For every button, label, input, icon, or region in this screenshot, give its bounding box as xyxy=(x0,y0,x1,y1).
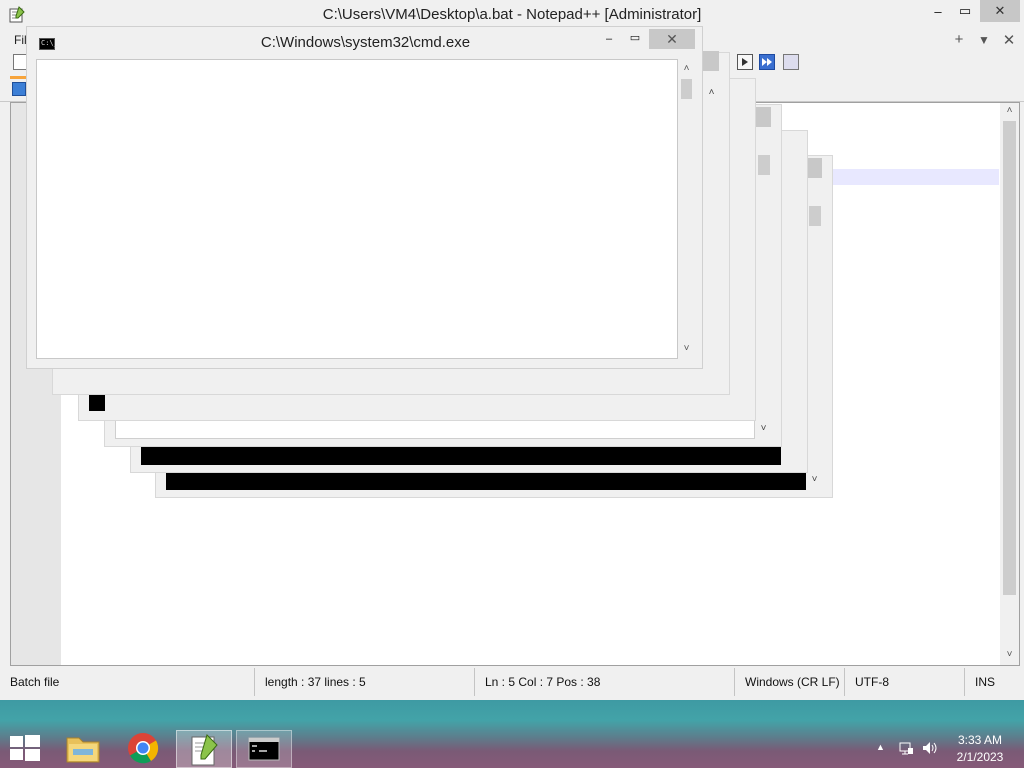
cmd-minimize-button[interactable]: – xyxy=(599,33,619,51)
cmd-scrollbar[interactable] xyxy=(781,163,798,465)
tab-save-icon[interactable] xyxy=(12,82,26,96)
system-clock[interactable]: 3:33 AM 2/1/2023 xyxy=(940,732,1020,766)
tab-list-button[interactable]: ▼ xyxy=(975,33,993,47)
cmd-console-area[interactable] xyxy=(89,395,105,411)
cmd-scrollbar[interactable]: ˄ xyxy=(703,85,720,387)
start-button[interactable] xyxy=(10,735,40,761)
cmd-console-area[interactable] xyxy=(36,59,678,359)
cmd-scroll-thumb[interactable] xyxy=(758,155,770,175)
status-length-lines: length : 37 lines : 5 xyxy=(255,668,475,696)
network-icon[interactable] xyxy=(898,740,914,756)
notepadpp-icon xyxy=(191,734,218,766)
windows-logo-pane xyxy=(25,749,40,761)
cmd-scrollbar[interactable]: ˄ ˅ xyxy=(678,59,695,359)
volume-icon[interactable] xyxy=(921,740,939,756)
close-button[interactable]: ✕ xyxy=(980,0,1020,22)
close-tab-button[interactable]: ✕ xyxy=(1000,31,1018,49)
taskbar-file-explorer[interactable] xyxy=(55,730,111,768)
status-line-endings: Windows (CR LF) xyxy=(735,668,845,696)
cmd-close-button[interactable]: ✕ xyxy=(649,29,695,49)
clock-time: 3:33 AM xyxy=(957,733,1003,747)
cmd-scrollbar[interactable]: ˅ xyxy=(755,137,772,439)
scroll-down-arrow-icon[interactable]: ˅ xyxy=(806,474,823,485)
new-tab-button[interactable]: + xyxy=(950,31,968,48)
chrome-icon xyxy=(128,733,159,764)
windows-logo-pane xyxy=(10,749,23,760)
scroll-up-arrow-icon[interactable]: ˄ xyxy=(703,87,720,98)
clock-date: 2/1/2023 xyxy=(956,750,1004,764)
save-macro-icon[interactable] xyxy=(783,54,799,70)
taskbar-notepadpp[interactable] xyxy=(176,730,232,768)
status-encoding: UTF-8 xyxy=(845,668,965,696)
scrollbar-thumb[interactable] xyxy=(1003,121,1016,595)
play-triangle-icon xyxy=(742,58,748,66)
cmd-scroll-thumb[interactable] xyxy=(681,79,692,99)
current-line-highlight xyxy=(831,169,999,185)
cmd-scrollbar[interactable]: ˅ xyxy=(806,188,823,490)
status-insert-mode: INS xyxy=(975,675,996,689)
windows-logo-pane xyxy=(10,736,23,747)
run-macro-multiple-icon[interactable] xyxy=(759,54,775,70)
show-hidden-icons-button[interactable]: ▲ xyxy=(876,742,885,752)
scroll-down-arrow-icon[interactable]: ˅ xyxy=(678,343,695,354)
cmd-icon xyxy=(248,737,280,761)
folder-icon xyxy=(66,737,100,763)
cmd-scroll-thumb[interactable] xyxy=(809,206,821,226)
windows-logo-pane xyxy=(25,735,40,747)
status-bar: Batch file length : 37 lines : 5 Ln : 5 … xyxy=(0,668,1024,696)
scroll-up-arrow-icon[interactable]: ˄ xyxy=(1000,105,1019,116)
scroll-down-arrow-icon[interactable]: ˅ xyxy=(1000,649,1019,660)
scroll-down-arrow-icon[interactable]: ˅ xyxy=(755,423,772,434)
taskbar: ▲ 3:33 AM 2/1/2023 xyxy=(0,700,1024,768)
editor-vertical-scrollbar[interactable]: ˄ ˅ xyxy=(1000,103,1019,665)
minimize-button[interactable]: – xyxy=(925,0,951,22)
scroll-up-arrow-icon[interactable]: ˄ xyxy=(678,63,695,74)
maximize-button[interactable]: ▭ xyxy=(952,0,978,22)
taskbar-chrome[interactable] xyxy=(115,730,171,768)
status-file-type: Batch file xyxy=(0,668,255,696)
cmd-maximize-button[interactable]: ▭ xyxy=(625,31,645,49)
taskbar-cmd[interactable] xyxy=(236,730,292,768)
play-macro-icon[interactable] xyxy=(737,54,753,70)
cmd-window-active[interactable]: C:\_ C:\Windows\system32\cmd.exe – ▭ ✕ ˄… xyxy=(26,26,703,369)
status-cursor-position: Ln : 5 Col : 7 Pos : 38 xyxy=(475,668,735,696)
fast-forward-icon xyxy=(762,58,772,66)
menu-file[interactable]: Fil xyxy=(14,33,27,47)
